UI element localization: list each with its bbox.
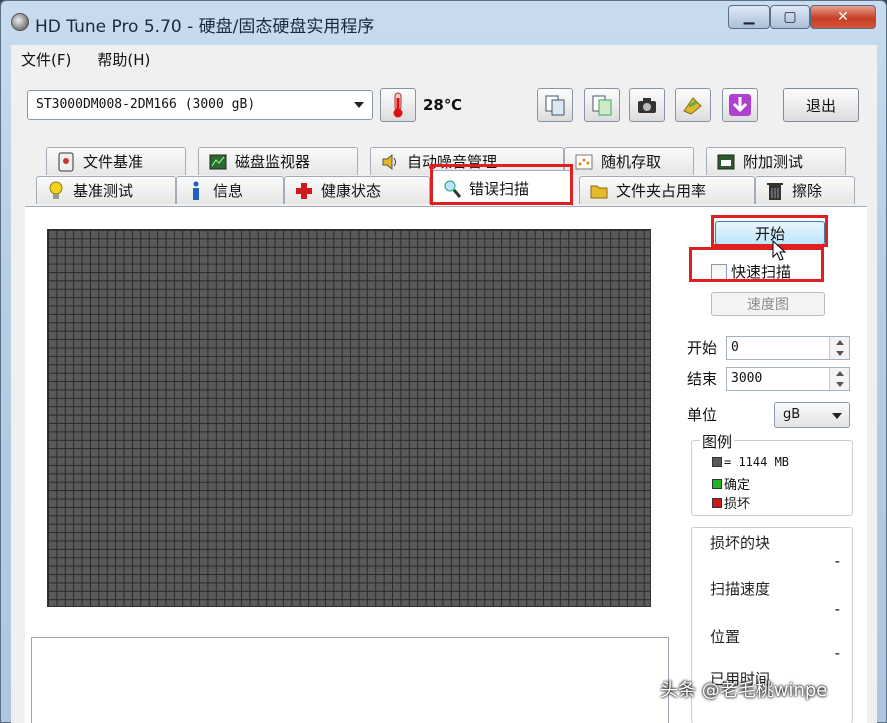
app-window: HD Tune Pro 5.70 - 硬盘/固态硬盘实用程序 ▁ ▢ ✕ 文件(… <box>0 0 887 723</box>
start-position-input[interactable]: 0 <box>726 336 850 360</box>
close-button[interactable]: ✕ <box>810 5 876 29</box>
highlight-quick-scan <box>689 247 824 282</box>
highlight-error-scan-tab <box>430 164 573 205</box>
tab-info[interactable]: 信息 <box>176 176 284 204</box>
tab-label: 信息 <box>213 182 244 200</box>
end-position-value: 3000 <box>731 371 763 386</box>
tab-file-benchmark[interactable]: 文件基准 <box>46 147 186 175</box>
menu-bar: 文件(F) 帮助(H) <box>11 49 150 73</box>
chevron-down-icon <box>832 413 842 419</box>
exit-button[interactable]: 退出 <box>783 88 859 122</box>
damaged-blocks-label: 损坏的块 <box>710 534 771 552</box>
start-spinner-buttons[interactable] <box>829 337 849 359</box>
tab-health[interactable]: 健康状态 <box>284 176 430 204</box>
folder-icon <box>590 185 608 198</box>
legend-damaged-text: 损坏 <box>724 497 751 512</box>
health-cross-icon <box>296 182 312 199</box>
scan-speed-value: - <box>834 600 840 618</box>
speed-map-button[interactable]: 速度图 <box>711 292 825 316</box>
tab-random-access[interactable]: 随机存取 <box>564 147 694 175</box>
tab-label: 附加测试 <box>743 153 804 171</box>
drive-select[interactable]: ST3000DM008-2DM166 (3000 gB) <box>27 90 373 120</box>
unit-select-value: gB <box>783 407 801 422</box>
app-icon <box>11 13 29 31</box>
scan-log-area[interactable] <box>31 637 669 723</box>
watermark-text: 头条 @老毛桃winpe <box>660 680 828 701</box>
camera-icon <box>638 98 656 113</box>
thermometer-icon <box>393 92 403 118</box>
legend-damaged: 损坏 <box>712 493 750 512</box>
ok-swatch <box>712 478 722 489</box>
copy-all-icon <box>592 95 612 116</box>
tab-erase[interactable]: 擦除 <box>755 176 855 204</box>
save-button[interactable] <box>722 88 758 122</box>
minimize-button[interactable]: ▁ <box>728 5 770 29</box>
drive-select-value: ST3000DM008-2DM166 (3000 gB) <box>36 97 256 112</box>
lightbulb-icon <box>49 181 63 199</box>
copy-text-button[interactable] <box>537 88 573 122</box>
tab-label: 基准测试 <box>73 182 134 200</box>
info-icon <box>193 181 199 200</box>
extra-tests-icon <box>717 154 735 169</box>
legend-block-size: = 1144 MB <box>712 455 789 469</box>
unit-field-label: 单位 <box>687 406 718 424</box>
tab-label: 文件夹占用率 <box>616 182 707 200</box>
client-area: 文件(F) 帮助(H) ST3000DM008-2DM166 (3000 gB)… <box>11 45 877 723</box>
title-bar[interactable]: HD Tune Pro 5.70 - 硬盘/固态硬盘实用程序 ▁ ▢ ✕ <box>1 1 886 45</box>
start-field-label: 开始 <box>687 339 718 357</box>
position-value: - <box>834 644 840 662</box>
start-position-value: 0 <box>731 340 739 355</box>
maximize-button[interactable]: ▢ <box>770 5 810 29</box>
tab-disk-monitor[interactable]: 磁盘监视器 <box>198 147 358 175</box>
block-swatch <box>712 457 722 467</box>
end-field-label: 结束 <box>687 370 718 388</box>
window-title: HD Tune Pro 5.70 - 硬盘/固态硬盘实用程序 <box>35 17 375 37</box>
speaker-icon <box>382 153 396 170</box>
file-benchmark-icon <box>58 152 74 171</box>
end-position-input[interactable]: 3000 <box>726 367 850 391</box>
temperature-button[interactable] <box>380 88 416 122</box>
trash-icon <box>767 182 783 200</box>
unit-select[interactable]: gB <box>774 402 850 428</box>
options-button[interactable] <box>675 88 711 122</box>
damaged-blocks-value: - <box>834 552 840 570</box>
tab-label: 文件基准 <box>83 153 144 171</box>
legend-caption: 图例 <box>700 431 735 452</box>
tab-benchmark[interactable]: 基准测试 <box>36 176 176 204</box>
menu-help[interactable]: 帮助(H) <box>97 49 150 73</box>
tab-label: 磁盘监视器 <box>235 153 311 171</box>
tab-folder-usage[interactable]: 文件夹占用率 <box>579 176 755 204</box>
legend-ok: 确定 <box>712 474 750 493</box>
download-arrow-icon <box>729 94 751 116</box>
mouse-cursor-icon <box>772 240 787 261</box>
temperature-value: 28℃ <box>423 96 463 114</box>
menu-file[interactable]: 文件(F) <box>21 49 71 73</box>
end-spinner-buttons[interactable] <box>829 368 849 390</box>
scan-speed-label: 扫描速度 <box>710 580 771 598</box>
tab-label: 擦除 <box>792 182 823 200</box>
options-icon <box>683 97 702 115</box>
legend-box: 图例 = 1144 MB 确定 损坏 <box>691 431 853 516</box>
disk-monitor-icon <box>209 154 227 169</box>
legend-block-text: = 1144 MB <box>724 455 790 469</box>
copy-all-button[interactable] <box>584 88 620 122</box>
tab-label: 随机存取 <box>601 153 662 171</box>
tab-extra-tests[interactable]: 附加测试 <box>706 147 846 175</box>
screenshot-button[interactable] <box>629 88 665 122</box>
legend-ok-text: 确定 <box>724 478 751 493</box>
highlight-start-button <box>711 215 828 247</box>
position-label: 位置 <box>710 628 741 646</box>
damaged-swatch <box>712 497 722 508</box>
scan-block-grid <box>47 229 651 607</box>
tab-label: 健康状态 <box>321 182 382 200</box>
copy-icon <box>545 95 565 116</box>
random-access-icon <box>575 154 593 169</box>
chevron-down-icon <box>354 102 364 108</box>
